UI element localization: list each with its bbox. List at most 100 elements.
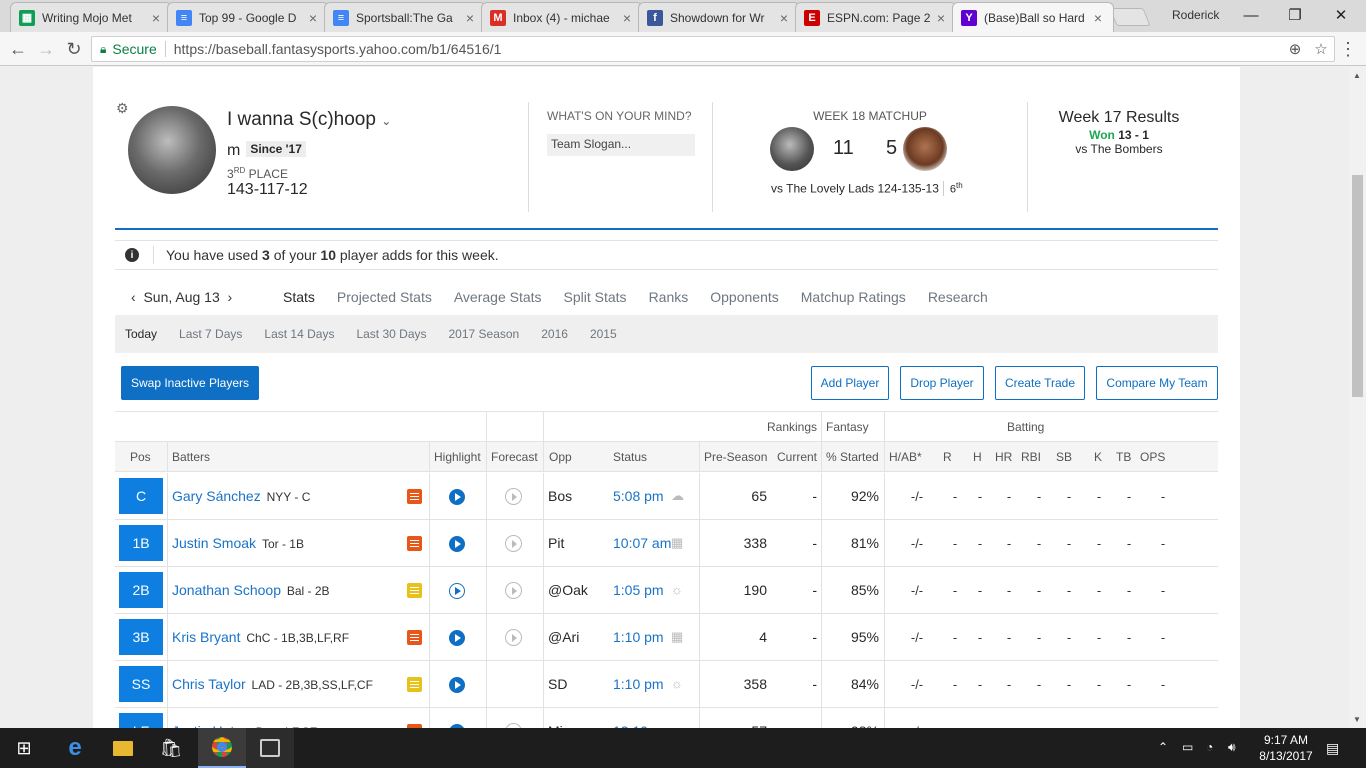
restore-icon[interactable]: ❐ [1272, 0, 1318, 30]
highlight-play-icon[interactable] [449, 677, 465, 693]
results-opponent[interactable]: vs The Bombers [1028, 142, 1210, 156]
chrome-icon[interactable] [198, 728, 246, 768]
menu-icon[interactable]: ⋮ [1338, 37, 1358, 61]
clock[interactable]: 9:17 AM 8/13/2017 [1254, 732, 1318, 764]
col-highlight[interactable]: Highlight [434, 450, 481, 464]
col-current[interactable]: Current [777, 450, 817, 464]
col-status[interactable]: Status [613, 450, 647, 464]
volume-icon[interactable]: 🔊︎ [1228, 740, 1236, 755]
chevron-right-icon[interactable]: › [228, 289, 233, 305]
col-forecast[interactable]: Forecast [491, 450, 538, 464]
forecast-play-icon[interactable] [505, 488, 522, 505]
edge-icon[interactable]: e [51, 728, 99, 768]
period-tab[interactable]: Last 14 Days [264, 327, 334, 341]
position-button[interactable]: LF [119, 713, 163, 728]
stat-tab[interactable]: Stats [283, 289, 315, 321]
browser-tab[interactable]: f Showdown for Wr × [638, 2, 800, 32]
stat-tab[interactable]: Research [928, 289, 988, 305]
close-tab-icon[interactable]: × [463, 10, 477, 26]
forward-icon[interactable]: → [34, 37, 58, 61]
highlight-play-icon[interactable] [449, 630, 465, 646]
browser-tab[interactable]: Y (Base)Ball so Hard × [952, 2, 1114, 32]
col-opp[interactable]: Opp [549, 450, 572, 464]
close-tab-icon[interactable]: × [934, 10, 948, 26]
add-player-button[interactable]: Add Player [811, 366, 889, 400]
close-tab-icon[interactable]: × [1091, 10, 1105, 26]
col-r[interactable]: R [943, 450, 952, 464]
col-ops[interactable]: OPS [1140, 450, 1165, 464]
player-note-icon[interactable] [407, 536, 422, 551]
stat-tab[interactable]: Split Stats [564, 289, 627, 305]
player-name[interactable]: Jonathan Schoop Bal - 2B [172, 582, 330, 598]
compare-my-team-button[interactable]: Compare My Team [1096, 366, 1218, 400]
col-batters[interactable]: Batters [172, 450, 210, 464]
back-icon[interactable]: ← [6, 37, 30, 61]
gear-icon[interactable]: ⚙ [116, 100, 129, 117]
player-name[interactable]: Chris Taylor LAD - 2B,3B,SS,LF,CF [172, 676, 373, 692]
team-avatar[interactable] [128, 106, 216, 194]
player-note-icon[interactable] [407, 630, 422, 645]
new-tab-button[interactable] [1109, 8, 1151, 26]
game-status[interactable]: 1:10 pm [613, 676, 664, 692]
position-button[interactable]: C [119, 478, 163, 514]
period-tab[interactable]: Last 30 Days [356, 327, 426, 341]
current-date[interactable]: Sun, Aug 13 [143, 289, 219, 305]
chevron-down-icon[interactable]: ⌄ [381, 114, 391, 128]
vertical-scrollbar[interactable]: ▲ ▼ [1349, 67, 1366, 728]
col-started[interactable]: % Started [826, 450, 879, 464]
col-preseason[interactable]: Pre-Season [704, 450, 767, 464]
close-tab-icon[interactable]: × [777, 10, 791, 26]
col-h[interactable]: H [973, 450, 982, 464]
scrollbar-thumb[interactable] [1352, 175, 1363, 397]
col-hab[interactable]: H/AB* [889, 450, 922, 464]
drop-player-button[interactable]: Drop Player [900, 366, 984, 400]
period-tab[interactable]: 2016 [541, 327, 568, 341]
player-note-icon[interactable] [407, 489, 422, 504]
minimize-icon[interactable]: — [1228, 0, 1274, 30]
browser-tab[interactable]: ≡ Sportsball:The Ga × [324, 2, 486, 32]
stat-tab[interactable]: Average Stats [454, 289, 542, 305]
highlight-play-icon[interactable] [449, 583, 465, 599]
game-status[interactable]: 5:08 pm [613, 488, 664, 504]
browser-tab[interactable]: M Inbox (4) - michae × [481, 2, 643, 32]
app-icon[interactable] [246, 728, 294, 768]
game-status[interactable]: 1:10 pm [613, 629, 664, 645]
position-button[interactable]: 3B [119, 619, 163, 655]
forecast-play-icon[interactable] [505, 535, 522, 552]
highlight-play-icon[interactable] [449, 489, 465, 505]
windows-start-icon[interactable]: ⊞ [0, 728, 48, 768]
period-tab[interactable]: 2015 [590, 327, 617, 341]
position-button[interactable]: 1B [119, 525, 163, 561]
my-team-avatar[interactable] [770, 127, 814, 171]
highlight-play-icon[interactable] [449, 536, 465, 552]
scroll-down-icon[interactable]: ▼ [1353, 715, 1361, 724]
opponent-avatar[interactable] [903, 127, 947, 171]
col-hr[interactable]: HR [995, 450, 1012, 464]
col-sb[interactable]: SB [1056, 450, 1072, 464]
stat-tab[interactable]: Matchup Ratings [801, 289, 906, 305]
close-tab-icon[interactable]: × [620, 10, 634, 26]
opponent-info[interactable]: vs The Lovely Lads 124-135-13 6th [771, 181, 963, 196]
position-button[interactable]: SS [119, 666, 163, 702]
period-tab[interactable]: Today [125, 327, 157, 341]
store-icon[interactable]: 🛍︎ [147, 728, 195, 768]
scroll-up-icon[interactable]: ▲ [1353, 71, 1361, 80]
close-tab-icon[interactable]: × [306, 10, 320, 26]
col-tb[interactable]: TB [1116, 450, 1131, 464]
col-k[interactable]: K [1094, 450, 1102, 464]
profile-name[interactable]: Roderick [1172, 8, 1219, 22]
forecast-play-icon[interactable] [505, 629, 522, 646]
period-tab[interactable]: Last 7 Days [179, 327, 242, 341]
chevron-up-icon[interactable]: ⌃ [1158, 740, 1168, 754]
stat-tab[interactable]: Projected Stats [337, 289, 432, 305]
swap-inactive-players-button[interactable]: Swap Inactive Players [121, 366, 259, 400]
period-tab[interactable]: 2017 Season [449, 327, 520, 341]
url-text[interactable]: https://baseball.fantasysports.yahoo.com… [174, 41, 1282, 57]
close-window-icon[interactable]: ✕ [1318, 0, 1364, 30]
game-status[interactable]: 10:07 am [613, 535, 671, 551]
team-name[interactable]: I wanna S(c)hoop ⌄ [227, 109, 391, 131]
stat-tab[interactable]: Opponents [710, 289, 779, 305]
team-slogan-input[interactable]: Team Slogan... [547, 134, 695, 156]
game-status[interactable]: 1:05 pm [613, 582, 664, 598]
col-pos[interactable]: Pos [130, 450, 151, 464]
